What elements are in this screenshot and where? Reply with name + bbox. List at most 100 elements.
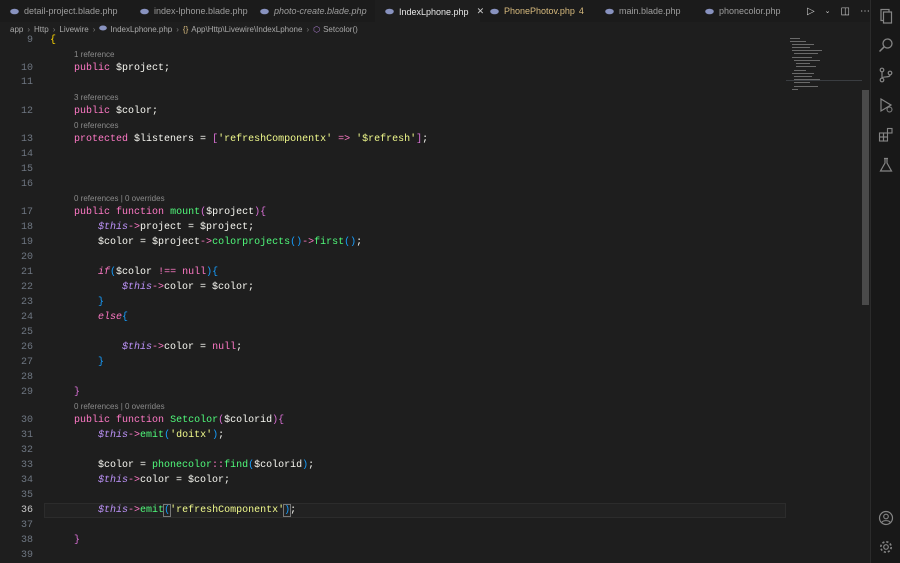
code-text: public $color; [74, 106, 159, 117]
code-text: } [98, 297, 105, 308]
code-line[interactable]: 28 [0, 370, 860, 385]
code-text: protected $listeners = ['refreshComponen… [74, 134, 429, 145]
php-file-icon [385, 7, 394, 16]
code-text: } [74, 535, 81, 546]
code-lens[interactable]: 0 references | 0 overrides [74, 193, 165, 205]
tab-label: phonecolor.php [719, 6, 781, 16]
minimap[interactable] [786, 36, 862, 96]
code-line[interactable]: 21 if($color !== null){ [0, 265, 860, 280]
line-number: 22 [20, 282, 33, 293]
extensions-icon[interactable] [878, 127, 894, 143]
tab-main-blade-php[interactable]: main.blade.php [595, 0, 695, 22]
code-line[interactable]: 18 $this->project = $project; [0, 220, 860, 235]
run-icon[interactable]: ▷ [807, 6, 815, 17]
tab-photo-create-blade-php[interactable]: photo-create.blade.php [250, 0, 375, 22]
line-number: 25 [20, 327, 33, 338]
code-line[interactable]: 12 public $color; [0, 104, 860, 119]
code-line[interactable]: 25 [0, 325, 860, 340]
php-file-icon [490, 7, 499, 16]
tab-indexlphone-php[interactable]: IndexLphone.php ✕ [375, 0, 484, 22]
line-number: 35 [20, 490, 33, 501]
tab-phonephotov-php[interactable]: PhonePhotov.php 4 [480, 0, 595, 22]
code-line[interactable]: 22 $this->color = $color; [0, 280, 860, 295]
code-lens[interactable]: 0 references | 0 overrides [74, 401, 165, 413]
code-line[interactable]: 20 [0, 250, 860, 265]
line-number: 15 [20, 164, 33, 175]
code-line[interactable]: 33 $color = phonecolor::find($colorid); [0, 458, 860, 473]
line-number: 33 [20, 460, 33, 471]
code-line[interactable]: 32 [0, 443, 860, 458]
code-line[interactable]: 23 } [0, 295, 860, 310]
code-lens[interactable]: 1 reference [74, 49, 114, 61]
run-debug-icon[interactable] [878, 97, 894, 113]
problem-count-badge: 4 [578, 6, 584, 16]
line-number: 29 [20, 387, 33, 398]
line-number: 16 [20, 179, 33, 190]
line-number: 30 [20, 415, 33, 426]
code-line[interactable]: 39 [0, 548, 860, 563]
code-lens[interactable]: 0 references [74, 120, 118, 132]
code-line[interactable]: 34 $this->color = $color; [0, 473, 860, 488]
line-number: 23 [20, 297, 33, 308]
code-line[interactable]: 27 } [0, 355, 860, 370]
code-editor[interactable]: 9{ 1 reference 10 public $project; 11 3 … [0, 33, 860, 563]
line-number: 39 [20, 550, 33, 561]
vertical-scrollbar[interactable] [862, 90, 869, 305]
settings-gear-icon[interactable] [878, 539, 894, 555]
code-text: public function mount($project){ [74, 207, 267, 218]
code-line[interactable]: 24 else{ [0, 310, 860, 325]
code-line-current[interactable]: 36 $this->emit('refreshComponentx'); [0, 503, 860, 518]
code-line[interactable]: 30 public function Setcolor($colorid){ [0, 413, 860, 428]
code-line[interactable]: 38 } [0, 533, 860, 548]
code-text: $color = phonecolor::find($colorid); [98, 460, 315, 471]
line-number: 32 [20, 445, 33, 456]
code-line[interactable]: 14 [0, 147, 860, 162]
code-line[interactable]: 26 $this->color = null; [0, 340, 860, 355]
code-line[interactable]: 10 public $project; [0, 61, 860, 76]
code-line[interactable]: 17 public function mount($project){ [0, 205, 860, 220]
code-text: $this->color = null; [122, 342, 243, 353]
line-number: 38 [20, 535, 33, 546]
code-line[interactable]: 11 [0, 75, 860, 90]
code-text: else{ [98, 312, 129, 323]
code-line[interactable]: 13 protected $listeners = ['refreshCompo… [0, 132, 860, 147]
line-number: 34 [20, 475, 33, 486]
tab-index-lphone-blade-php[interactable]: index-lphone.blade.php [130, 0, 250, 22]
search-icon[interactable] [878, 37, 894, 53]
tab-label: main.blade.php [619, 6, 681, 16]
code-line[interactable]: 31 $this->emit('doitx'); [0, 428, 860, 443]
code-line[interactable]: 37 [0, 518, 860, 533]
code-text: if($color !== null){ [98, 267, 219, 278]
line-number: 28 [20, 372, 33, 383]
line-number: 26 [20, 342, 33, 353]
code-text: { [50, 35, 57, 46]
code-line[interactable]: 16 [0, 177, 860, 192]
explorer-icon[interactable] [878, 8, 894, 24]
code-line[interactable]: 19 $color = $project->colorprojects()->f… [0, 235, 860, 250]
more-icon[interactable]: ⋯ [860, 6, 870, 17]
code-text: $color = $project->colorprojects()->firs… [98, 237, 363, 248]
source-control-icon[interactable] [878, 67, 894, 83]
tab-phonecolor-php[interactable]: phonecolor.php [695, 0, 795, 22]
tab-detail-project-blade-php[interactable]: detail-project.blade.php [0, 0, 130, 22]
account-icon[interactable] [878, 510, 894, 526]
activity-bar [870, 0, 900, 563]
line-number: 31 [20, 430, 33, 441]
code-line[interactable]: 29 } [0, 385, 860, 400]
run-dropdown-icon[interactable]: ⌄ [825, 7, 831, 15]
code-line[interactable]: 9{ [0, 33, 860, 48]
code-lens[interactable]: 3 references [74, 92, 118, 104]
line-number: 18 [20, 222, 33, 233]
editor-tab-bar: detail-project.blade.php index-lphone.bla… [0, 0, 870, 22]
split-editor-icon[interactable]: ◫ [841, 6, 850, 17]
php-file-icon [140, 7, 149, 16]
code-line[interactable]: 35 [0, 488, 860, 503]
line-number: 27 [20, 357, 33, 368]
code-text: $this->emit('refreshComponentx'); [98, 503, 297, 517]
code-line[interactable]: 15 [0, 162, 860, 177]
line-number: 19 [20, 237, 33, 248]
line-number: 11 [20, 77, 33, 88]
testing-icon[interactable] [878, 157, 894, 173]
php-file-icon [705, 7, 714, 16]
minimap-preview [786, 38, 862, 90]
